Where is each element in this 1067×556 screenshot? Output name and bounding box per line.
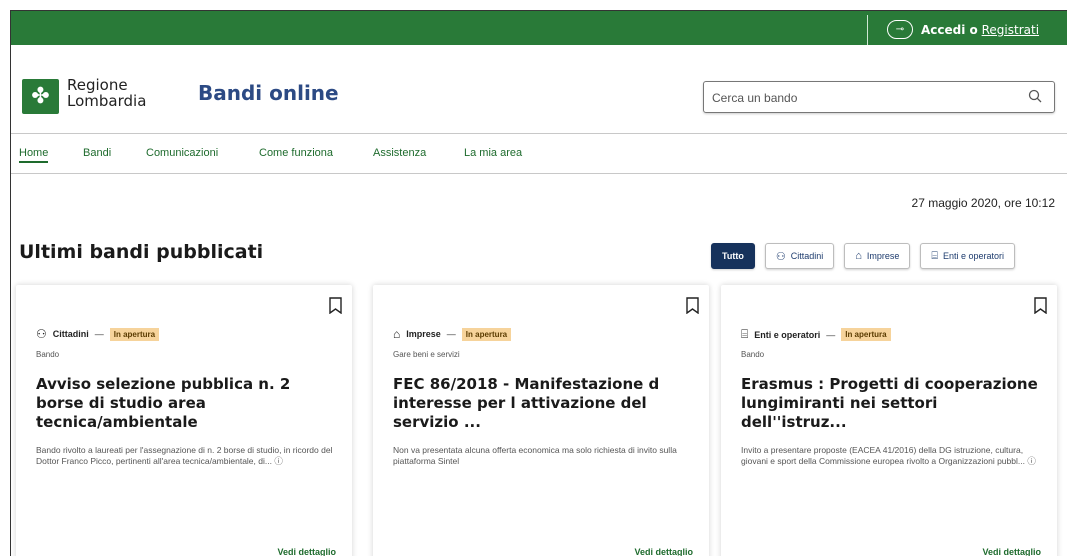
card-subtype: Bando — [36, 350, 60, 359]
bando-card[interactable]: ⌂ Imprese — In apertura Gare beni e serv… — [373, 285, 709, 556]
register-link[interactable]: Registrati — [982, 23, 1039, 37]
site-title[interactable]: Bandi online — [198, 81, 339, 105]
card-dash: — — [446, 329, 456, 339]
nav-come-funziona[interactable]: Come funziona — [259, 147, 333, 159]
vedi-dettaglio-link[interactable]: Vedi dettaglio — [982, 547, 1041, 556]
card-category: Imprese — [406, 329, 441, 339]
bookmark-icon[interactable] — [686, 297, 699, 314]
card-category: Cittadini — [52, 329, 89, 339]
site-header: ✤ Regione Lombardia Bandi online — [11, 45, 1067, 134]
nav-assistenza[interactable]: Assistenza — [373, 147, 426, 159]
factory-icon: ⌂ — [393, 327, 401, 341]
card-description: Bando rivolto a laureati per l'assegnazi… — [36, 445, 333, 466]
filter-group: Tutto ⚇ Cittadini ⌂ Imprese ⌸ Enti e ope… — [711, 243, 1016, 269]
citizens-icon: ⚇ — [775, 250, 786, 263]
filter-tutto-label: Tutto — [722, 251, 744, 261]
card-description: Non va presentata alcuna offerta economi… — [393, 445, 677, 466]
card-meta: ⌂ Imprese — In apertura — [393, 327, 512, 341]
card-dash: — — [826, 329, 836, 340]
institution-icon: ⌸ — [741, 327, 749, 341]
card-category: Enti e operatori — [754, 329, 821, 340]
card-title[interactable]: Avviso selezione pubblica n. 2 borse di … — [36, 375, 336, 432]
status-badge: In apertura — [109, 327, 160, 341]
citizens-icon: ⚇ — [36, 327, 47, 341]
vedi-dettaglio-link[interactable]: Vedi dettaglio — [277, 547, 336, 556]
status-badge: In apertura — [461, 327, 512, 341]
vedi-dettaglio-link[interactable]: Vedi dettaglio — [634, 547, 693, 556]
card-title[interactable]: FEC 86/2018 - Manifestazione d interesse… — [393, 375, 693, 432]
filter-enti[interactable]: ⌸ Enti e operatori — [920, 243, 1016, 269]
topbar-divider — [867, 15, 868, 45]
browser-frame: ⊸ Accedi o Registrati ✤ Regione Lombardi… — [10, 10, 1067, 556]
search-input[interactable] — [712, 89, 1012, 107]
cards-list: ⚇ Cittadini — In apertura Bando Avviso s… — [16, 285, 1066, 556]
key-icon: ⊸ — [887, 20, 913, 39]
top-bar: ⊸ Accedi o Registrati — [11, 11, 1067, 45]
login-label[interactable]: Accedi o — [921, 23, 978, 37]
card-dash: — — [94, 329, 104, 339]
factory-icon: ⌂ — [855, 250, 862, 262]
bando-card[interactable]: ⚇ Cittadini — In apertura Bando Avviso s… — [16, 285, 352, 556]
logo-line1: Regione — [67, 76, 128, 94]
card-meta: ⌸ Enti e operatori — In apertura — [741, 327, 891, 342]
bando-card[interactable]: ⌸ Enti e operatori — In apertura Bando E… — [721, 285, 1057, 556]
filter-tutto[interactable]: Tutto — [711, 243, 755, 269]
card-description: Invito a presentare proposte (EACEA 41/2… — [741, 445, 1036, 466]
nav-la-mia-area[interactable]: La mia area — [464, 147, 522, 159]
search-icon[interactable] — [1028, 89, 1042, 103]
login-link[interactable]: ⊸ Accedi o Registrati — [887, 20, 1039, 39]
logo-line2: Lombardia — [67, 92, 147, 110]
nav-home[interactable]: Home — [19, 147, 49, 163]
filter-imprese-label: Imprese — [866, 251, 900, 261]
card-subtype: Gare beni e servizi — [393, 350, 460, 359]
card-title[interactable]: Erasmus : Progetti di cooperazione lungi… — [741, 375, 1041, 432]
status-badge: In apertura — [841, 328, 891, 341]
regione-lombardia-logo-icon[interactable]: ✤ — [22, 79, 59, 114]
bookmark-icon[interactable] — [329, 297, 342, 314]
section-title: Ultimi bandi pubblicati — [19, 241, 264, 263]
bookmark-icon[interactable] — [1034, 297, 1047, 314]
logo-text[interactable]: Regione Lombardia — [67, 77, 146, 109]
filter-imprese[interactable]: ⌂ Imprese — [844, 243, 911, 269]
card-subtype: Bando — [741, 350, 765, 359]
filter-cittadini-label: Cittadini — [790, 251, 824, 261]
nav-comunicazioni[interactable]: Comunicazioni — [146, 147, 218, 159]
filter-cittadini[interactable]: ⚇ Cittadini — [764, 243, 835, 269]
institution-icon: ⌸ — [931, 249, 938, 262]
current-date: 27 maggio 2020, ore 10:12 — [911, 196, 1055, 210]
nav-bandi[interactable]: Bandi — [83, 147, 111, 159]
search-box[interactable] — [703, 81, 1055, 113]
filter-enti-label: Enti e operatori — [943, 251, 1005, 261]
main-nav: Home Bandi Comunicazioni Come funziona A… — [11, 134, 1067, 174]
card-meta: ⚇ Cittadini — In apertura — [36, 327, 160, 341]
